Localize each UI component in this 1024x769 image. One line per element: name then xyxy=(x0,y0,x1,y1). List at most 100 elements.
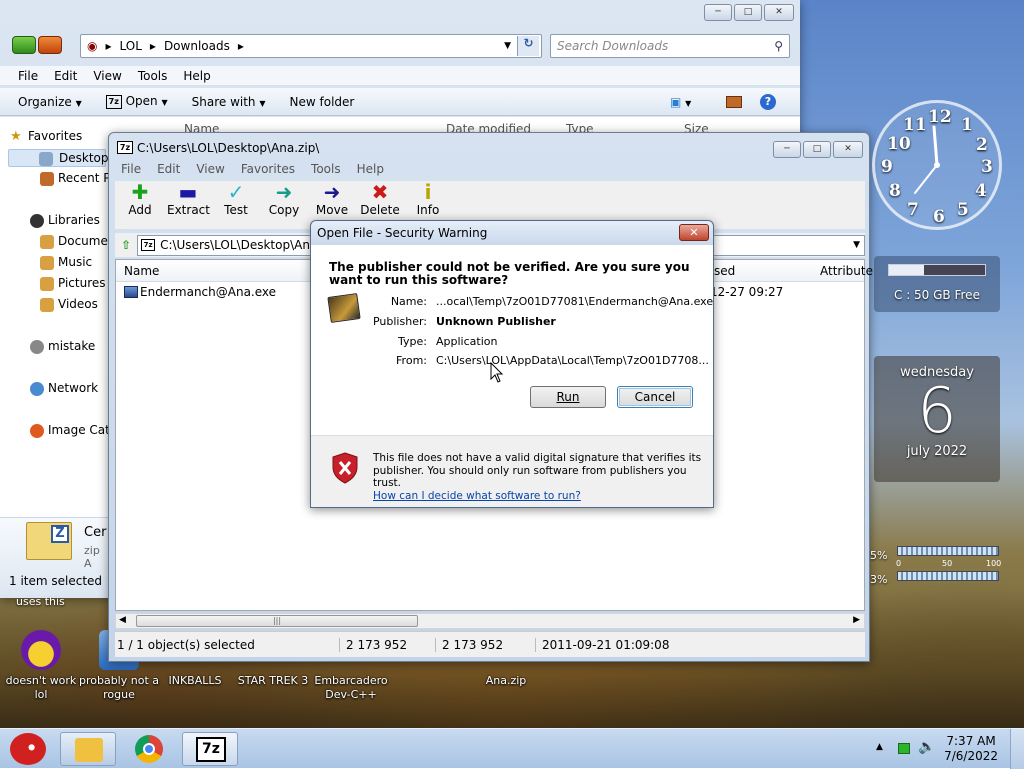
add-button[interactable]: ✚ Add xyxy=(119,181,161,217)
calendar-month: july 2022 xyxy=(906,444,968,459)
image-catalog-icon xyxy=(30,424,44,438)
nav-homegroup[interactable]: mistake xyxy=(30,339,95,354)
nav-image-catalog[interactable]: Image Cata xyxy=(30,423,117,438)
copy-button[interactable]: ➜ Copy xyxy=(263,181,305,217)
drive-usage-bar xyxy=(888,264,986,276)
search-input[interactable]: Search Downloads ⚲ xyxy=(550,34,790,58)
clock-hands xyxy=(914,125,940,194)
system-tray: ▲ 🔈 7:37 AM 7/6/2022 xyxy=(864,729,1024,769)
menu-file[interactable]: File xyxy=(113,162,149,176)
7zip-titlebar[interactable]: 7z C:\Users\LOL\Desktop\Ana.zip\ ─ □ ✕ xyxy=(109,133,869,161)
refresh-icon[interactable]: ↻ xyxy=(517,36,539,56)
menu-view[interactable]: View xyxy=(188,162,232,176)
zip-file-icon: Z xyxy=(26,522,72,560)
recent-places-icon xyxy=(40,172,54,186)
nav-videos[interactable]: Videos xyxy=(40,297,98,312)
show-desktop-button[interactable] xyxy=(1010,729,1024,769)
back-button[interactable] xyxy=(12,36,36,54)
run-button[interactable]: Run xyxy=(530,386,606,408)
breadcrumb-separator-icon: ▸ xyxy=(149,39,156,53)
network-icon xyxy=(30,382,44,396)
taskbar-7zip[interactable]: 7z xyxy=(182,732,238,766)
menu-edit[interactable]: Edit xyxy=(149,162,188,176)
help-link[interactable]: How can I decide what software to run? xyxy=(373,490,581,502)
delete-label: Delete xyxy=(360,203,400,217)
menu-edit[interactable]: Edit xyxy=(46,69,85,83)
nav-documents[interactable]: Documen xyxy=(40,234,115,249)
drive-free-space: C : 50 GB Free xyxy=(894,288,980,302)
breadcrumb-lol[interactable]: LOL xyxy=(120,39,142,53)
menu-view[interactable]: View xyxy=(85,69,129,83)
menu-tools[interactable]: Tools xyxy=(130,69,176,83)
cpu-meter-gadget[interactable]: 5% 0 50 100 3% xyxy=(870,540,1004,592)
maximize-button[interactable]: □ xyxy=(803,141,831,158)
start-button[interactable] xyxy=(4,729,54,769)
menu-tools[interactable]: Tools xyxy=(303,162,349,176)
close-button[interactable]: ✕ xyxy=(764,4,794,21)
show-hidden-icons[interactable]: ▲ xyxy=(876,742,883,752)
volume-icon[interactable]: 🔈 xyxy=(918,739,935,755)
cancel-button[interactable]: Cancel xyxy=(617,386,693,408)
help-icon[interactable]: ? xyxy=(760,93,776,110)
column-attributes[interactable]: Attribute xyxy=(820,264,873,278)
column-accessed[interactable]: sed xyxy=(714,264,735,278)
taskbar-chrome[interactable] xyxy=(122,732,178,766)
address-dropdown-icon[interactable]: ▼ xyxy=(504,41,511,51)
info-button[interactable]: i Info xyxy=(407,181,449,217)
pictures-icon xyxy=(40,277,54,291)
field-name-key: Name: xyxy=(390,295,427,308)
breadcrumb-downloads[interactable]: Downloads xyxy=(164,39,230,53)
delete-button[interactable]: ✖ Delete xyxy=(359,181,401,217)
7zip-icon: 7z xyxy=(141,238,156,251)
test-button[interactable]: ✓ Test xyxy=(215,181,257,217)
organize-button[interactable]: Organize ▼ xyxy=(18,95,82,109)
move-button[interactable]: ➜ Move xyxy=(311,181,353,217)
scroll-left-icon[interactable]: ◀ xyxy=(119,615,126,625)
nav-desktop[interactable]: Desktop xyxy=(8,149,109,167)
extract-button[interactable]: ▬ Extract xyxy=(167,181,210,217)
nav-libraries[interactable]: Libraries xyxy=(30,213,100,228)
menu-favorites[interactable]: Favorites xyxy=(233,162,303,176)
forward-button[interactable] xyxy=(38,36,62,54)
taskbar-explorer[interactable] xyxy=(60,732,116,766)
minimize-button[interactable]: ─ xyxy=(773,141,801,158)
battery-icon[interactable] xyxy=(898,743,910,754)
nav-recent[interactable]: Recent P xyxy=(40,171,111,186)
dialog-titlebar[interactable]: Open File - Security Warning ✕ xyxy=(311,221,713,245)
address-bar[interactable]: ◉ ▸ LOL ▸ Downloads ▸ ▼ ↻ xyxy=(80,34,542,58)
application-icon xyxy=(327,293,361,323)
minimize-button[interactable]: ─ xyxy=(704,4,732,21)
nav-favorites[interactable]: ★ Favorites xyxy=(10,129,82,144)
taskbar: 7z ▲ 🔈 7:37 AM 7/6/2022 xyxy=(0,728,1024,769)
calendar-gadget[interactable]: wednesday 6 july 2022 xyxy=(874,356,1000,482)
desktop-icon-label: INKBALLS xyxy=(168,674,222,687)
menu-help[interactable]: Help xyxy=(349,162,392,176)
view-options-icon[interactable]: ▣ ▼ xyxy=(670,95,691,109)
horizontal-scrollbar[interactable]: ◀ ||| ▶ xyxy=(115,613,865,629)
clock-gadget[interactable]: 12 1 2 3 4 5 6 7 8 9 10 11 xyxy=(872,100,1002,230)
share-with-button[interactable]: Share with ▼ xyxy=(192,95,266,109)
folder-up-icon[interactable]: ⇧ xyxy=(121,238,131,252)
path-dropdown-icon[interactable]: ▼ xyxy=(853,236,860,255)
dialog-close-button[interactable]: ✕ xyxy=(679,224,709,241)
menu-help[interactable]: Help xyxy=(175,69,218,83)
extract-label: Extract xyxy=(167,203,210,217)
7zip-icon: 7z xyxy=(105,94,122,109)
menu-file[interactable]: File xyxy=(10,69,46,83)
nav-pictures[interactable]: Pictures xyxy=(40,276,106,291)
explorer-command-bar: Organize ▼ 7z Open ▼ Share with ▼ New fo… xyxy=(0,88,800,116)
nav-network[interactable]: Network xyxy=(30,381,98,396)
drive-meter-gadget[interactable]: C : 50 GB Free xyxy=(874,256,1000,312)
close-button[interactable]: ✕ xyxy=(833,141,863,158)
open-button[interactable]: 7z Open ▼ xyxy=(105,94,168,109)
nav-music[interactable]: Music xyxy=(40,255,92,270)
column-name[interactable]: Name xyxy=(124,264,159,278)
desktop-icon-yahoo[interactable]: doesn't work lol xyxy=(0,630,82,702)
scroll-thumb[interactable]: ||| xyxy=(136,615,418,627)
preview-pane-icon[interactable] xyxy=(726,95,742,108)
clock[interactable]: 7:37 AM 7/6/2022 xyxy=(944,734,998,764)
ram-bar xyxy=(897,571,999,581)
scroll-right-icon[interactable]: ▶ xyxy=(853,615,860,625)
maximize-button[interactable]: □ xyxy=(734,4,762,21)
new-folder-button[interactable]: New folder xyxy=(290,95,355,109)
